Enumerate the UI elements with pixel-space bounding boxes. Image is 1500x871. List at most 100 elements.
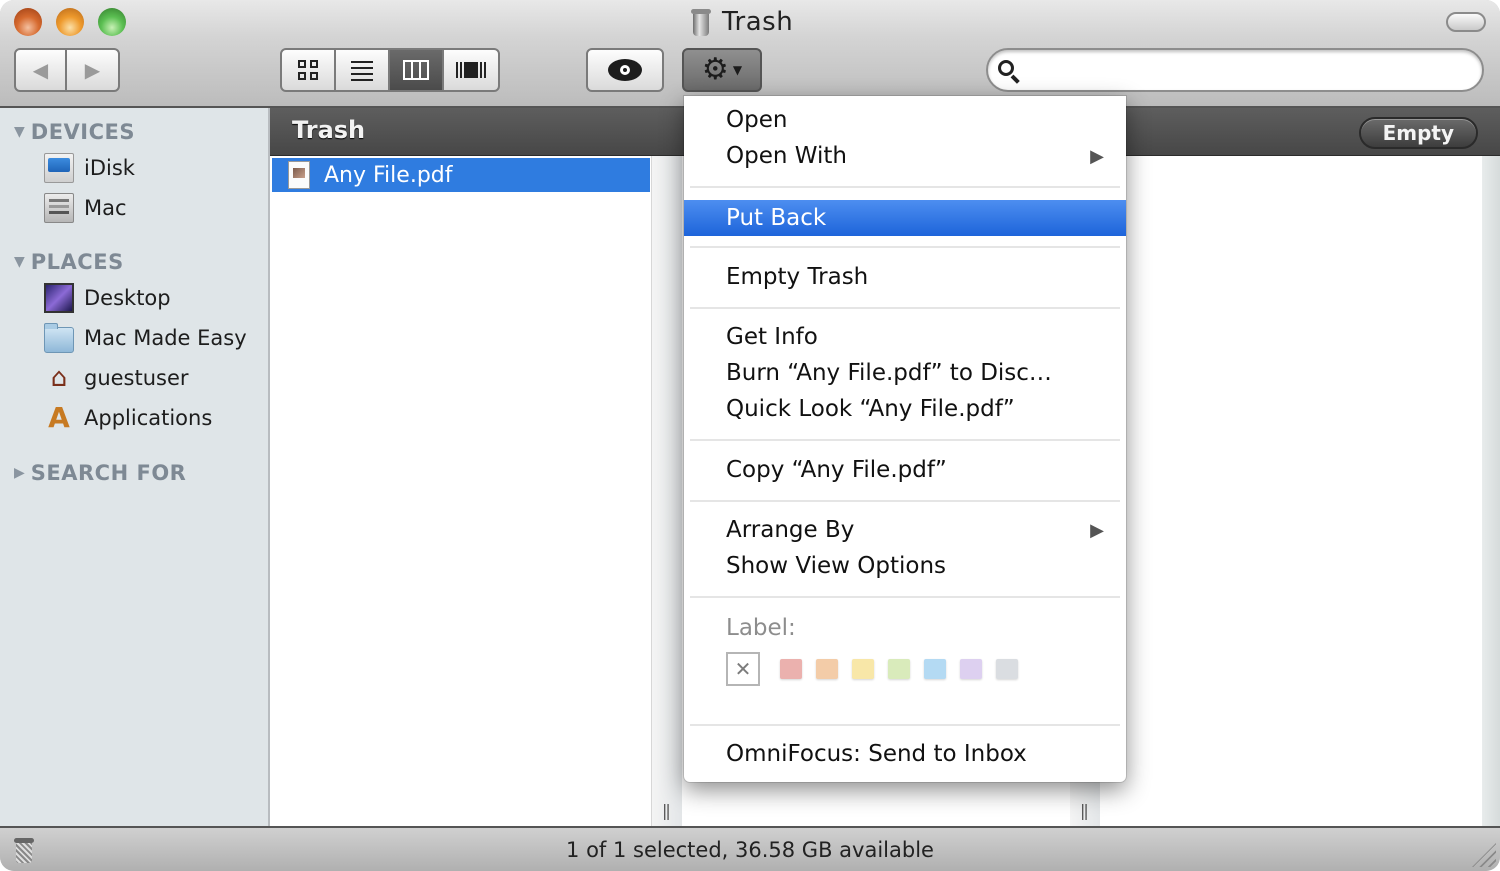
menu-item-label: OmniFocus: Send to Inbox bbox=[726, 741, 1027, 767]
sidebar-item-mac-made-easy[interactable]: Mac Made Easy bbox=[44, 321, 247, 355]
folder-icon bbox=[44, 323, 74, 353]
column-1: Any File.pdf bbox=[270, 156, 652, 826]
label-swatch-gray[interactable] bbox=[996, 659, 1018, 679]
sidebar-item-desktop[interactable]: Desktop bbox=[44, 281, 171, 315]
sidebar-item-label: Applications bbox=[84, 406, 213, 430]
finder-window: Trash ◀ ▶ ⚙ ▼ ▼ DEVICES iDisk Mac ▼ PLAC… bbox=[0, 0, 1500, 871]
menu-item-label: Open With bbox=[726, 143, 847, 169]
cover-flow-icon bbox=[456, 62, 486, 78]
menu-item-open[interactable]: Open bbox=[684, 102, 1126, 138]
window-title-area: Trash bbox=[690, 4, 793, 40]
menu-item-empty-trash[interactable]: Empty Trash bbox=[684, 259, 1126, 295]
menu-item-quick-look[interactable]: Quick Look “Any File.pdf” bbox=[684, 391, 1126, 427]
sidebar-item-label: Mac Made Easy bbox=[84, 326, 247, 350]
menu-label-heading: Label: bbox=[684, 610, 1126, 646]
menu-item-label: Label: bbox=[726, 615, 796, 641]
list-view-icon bbox=[351, 61, 373, 81]
menu-item-label: Quick Look “Any File.pdf” bbox=[726, 396, 1015, 422]
sidebar-section-search-for[interactable]: ▶ SEARCH FOR bbox=[14, 461, 186, 485]
search-field[interactable] bbox=[986, 48, 1484, 92]
path-title: Trash bbox=[292, 116, 366, 144]
eye-icon bbox=[608, 59, 642, 81]
column-view-button[interactable] bbox=[390, 50, 444, 90]
section-header: PLACES bbox=[30, 250, 124, 274]
menu-item-arrange-by[interactable]: Arrange By ▶ bbox=[684, 512, 1126, 548]
disclosure-triangle-icon[interactable]: ▼ bbox=[14, 124, 25, 140]
menu-item-omnifocus-send-to-inbox[interactable]: OmniFocus: Send to Inbox bbox=[684, 736, 1126, 772]
disclosure-triangle-icon[interactable]: ▼ bbox=[14, 254, 25, 270]
desktop-icon bbox=[44, 283, 74, 313]
action-menu-button[interactable]: ⚙ ▼ bbox=[682, 48, 762, 92]
forward-button[interactable]: ▶ bbox=[67, 50, 118, 90]
menu-separator bbox=[690, 500, 1120, 502]
status-bar: 1 of 1 selected, 36.58 GB available bbox=[0, 826, 1500, 871]
search-input[interactable] bbox=[1020, 50, 1482, 90]
sidebar-section-places[interactable]: ▼ PLACES bbox=[14, 250, 124, 274]
file-name: Any File.pdf bbox=[324, 162, 453, 188]
label-swatch-green[interactable] bbox=[888, 659, 910, 679]
sidebar-item-guestuser[interactable]: ⌂ guestuser bbox=[44, 361, 189, 395]
icon-view-button[interactable] bbox=[282, 50, 336, 90]
sidebar-item-applications[interactable]: A Applications bbox=[44, 401, 212, 435]
label-swatch-orange[interactable] bbox=[816, 659, 838, 679]
menu-separator bbox=[690, 307, 1120, 309]
menu-item-get-info[interactable]: Get Info bbox=[684, 319, 1126, 355]
view-mode-group bbox=[280, 48, 500, 92]
gear-icon: ⚙ bbox=[701, 52, 729, 87]
search-icon bbox=[996, 58, 1020, 84]
menu-item-label: Show View Options bbox=[726, 553, 947, 579]
section-header: SEARCH FOR bbox=[30, 461, 187, 485]
menu-item-copy[interactable]: Copy “Any File.pdf” bbox=[684, 452, 1126, 488]
sidebar: ▼ DEVICES iDisk Mac ▼ PLACES Desktop Mac… bbox=[0, 108, 270, 826]
empty-trash-button[interactable]: Empty bbox=[1358, 117, 1478, 149]
label-swatch-yellow[interactable] bbox=[852, 659, 874, 679]
submenu-arrow-icon: ▶ bbox=[1090, 145, 1104, 167]
menu-item-put-back[interactable]: Put Back bbox=[684, 200, 1126, 236]
submenu-arrow-icon: ▶ bbox=[1090, 519, 1104, 541]
zoom-button[interactable] bbox=[98, 8, 126, 36]
back-button[interactable]: ◀ bbox=[16, 50, 67, 90]
quick-look-button[interactable] bbox=[586, 48, 664, 92]
list-view-button[interactable] bbox=[336, 50, 390, 90]
trash-icon bbox=[690, 7, 712, 37]
label-swatch-purple[interactable] bbox=[960, 659, 982, 679]
hard-drive-icon bbox=[44, 193, 74, 223]
cover-flow-button[interactable] bbox=[444, 50, 498, 90]
sidebar-section-devices[interactable]: ▼ DEVICES bbox=[14, 120, 135, 144]
column-view-icon bbox=[403, 60, 429, 80]
label-swatch-blue[interactable] bbox=[924, 659, 946, 679]
menu-item-open-with[interactable]: Open With ▶ bbox=[684, 138, 1126, 174]
column-3 bbox=[1100, 156, 1482, 826]
label-none-button[interactable]: ✕ bbox=[726, 652, 760, 686]
forward-arrow-icon: ▶ bbox=[84, 58, 101, 82]
scrollbar[interactable] bbox=[1482, 156, 1500, 826]
file-row[interactable]: Any File.pdf bbox=[272, 158, 650, 192]
column-grip-icon[interactable]: || bbox=[1080, 801, 1089, 820]
window-title: Trash bbox=[722, 7, 794, 37]
close-button[interactable] bbox=[14, 8, 42, 36]
label-color-picker: ✕ bbox=[726, 652, 1018, 686]
menu-item-label: Put Back bbox=[726, 205, 827, 231]
sidebar-item-idisk[interactable]: iDisk bbox=[44, 151, 135, 185]
sidebar-item-label: Desktop bbox=[84, 286, 171, 310]
sidebar-item-label: Mac bbox=[84, 196, 127, 220]
sidebar-item-mac[interactable]: Mac bbox=[44, 191, 127, 225]
close-icon: ✕ bbox=[734, 657, 752, 681]
toolbar-toggle-button[interactable] bbox=[1446, 12, 1486, 32]
menu-separator bbox=[690, 596, 1120, 598]
menu-item-label: Arrange By bbox=[726, 517, 855, 543]
menu-item-label: Get Info bbox=[726, 324, 818, 350]
menu-item-label: Copy “Any File.pdf” bbox=[726, 457, 947, 483]
status-text: 1 of 1 selected, 36.58 GB available bbox=[566, 838, 934, 862]
section-header: DEVICES bbox=[30, 120, 136, 144]
label-swatch-red[interactable] bbox=[780, 659, 802, 679]
menu-separator bbox=[690, 439, 1120, 441]
disclosure-triangle-icon[interactable]: ▶ bbox=[14, 465, 25, 481]
home-icon: ⌂ bbox=[50, 363, 68, 393]
column-resize-handle[interactable]: || bbox=[652, 156, 682, 826]
column-grip-icon[interactable]: || bbox=[662, 801, 671, 820]
menu-item-show-view-options[interactable]: Show View Options bbox=[684, 548, 1126, 584]
idisk-icon bbox=[44, 153, 74, 183]
minimize-button[interactable] bbox=[56, 8, 84, 36]
menu-item-burn-to-disc[interactable]: Burn “Any File.pdf” to Disc… bbox=[684, 355, 1126, 391]
